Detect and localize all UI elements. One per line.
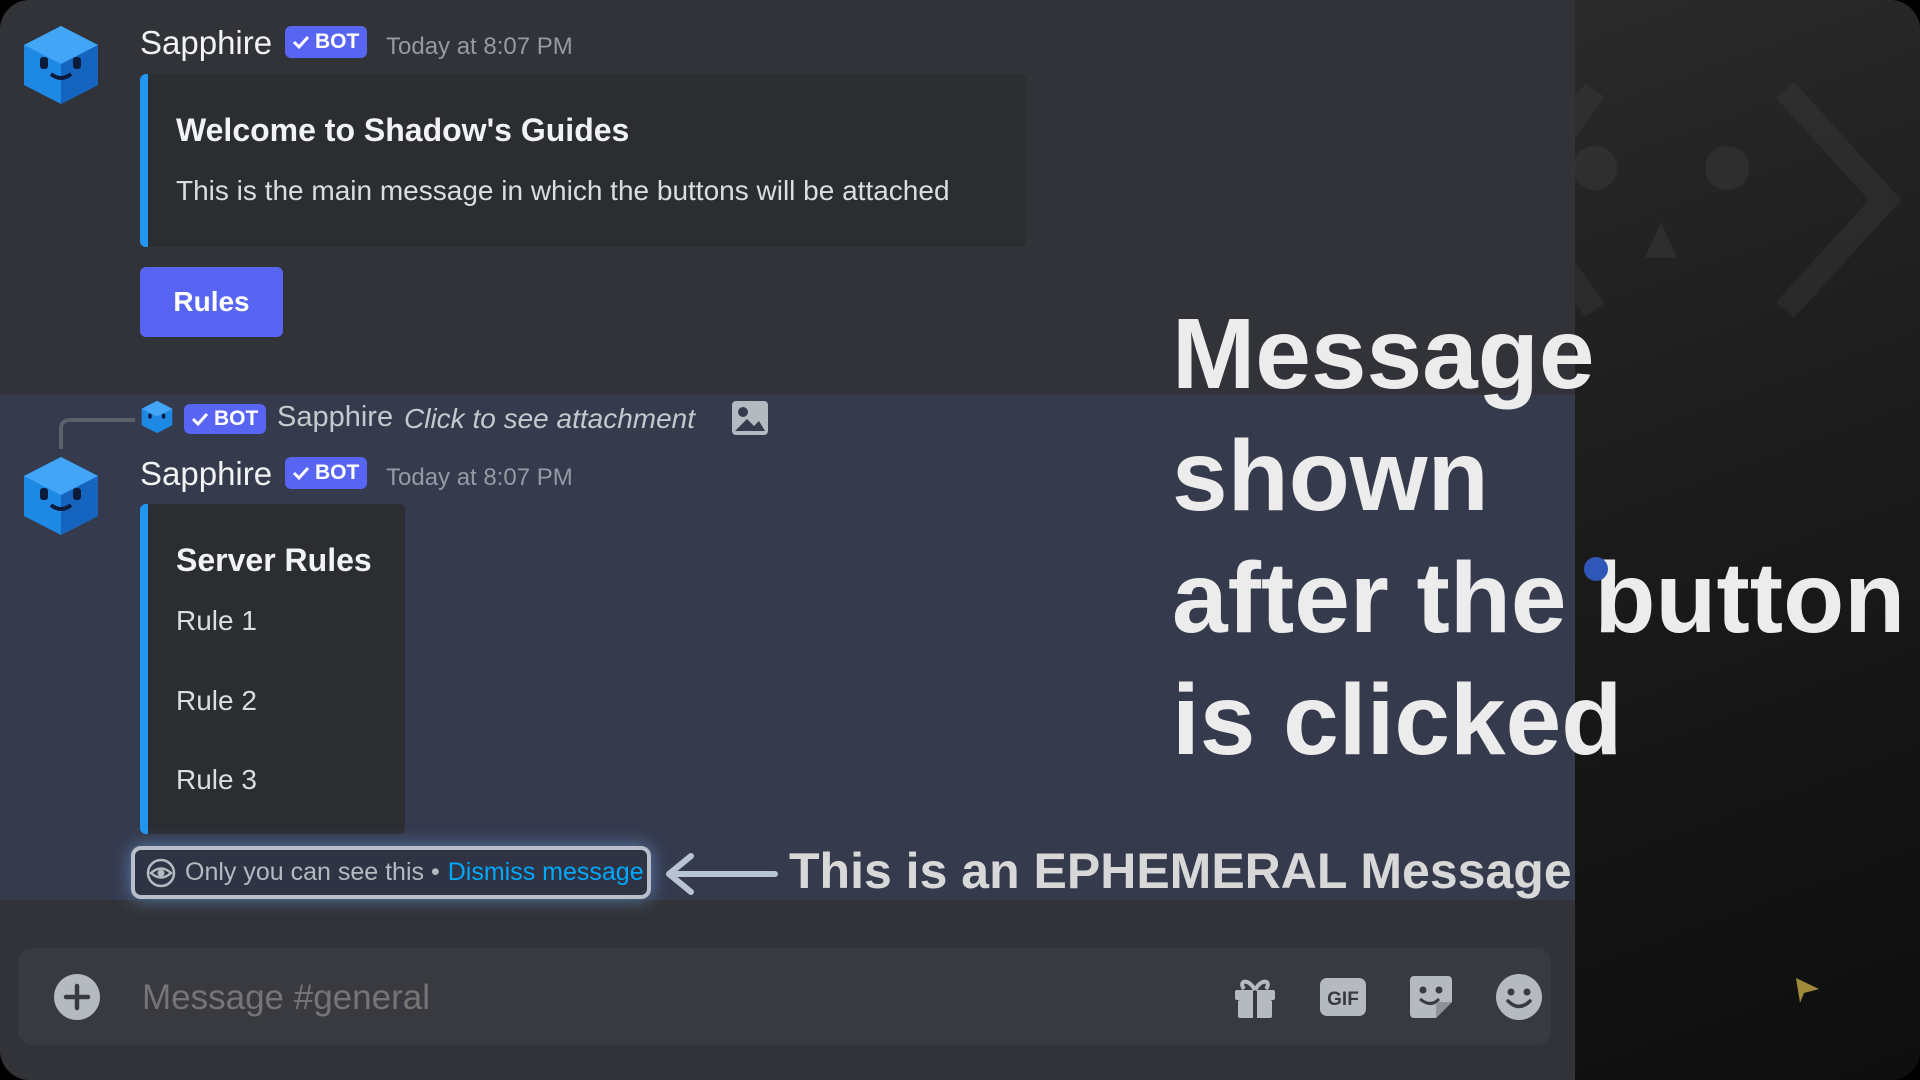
rule-line: Rule 2 — [176, 685, 257, 716]
rule-line: Rule 1 — [176, 605, 257, 636]
bot-badge-label: BOT — [315, 461, 360, 484]
embed-title: Server Rules — [176, 542, 372, 578]
rules-button[interactable]: Rules — [140, 267, 283, 337]
reply-bot-badge: BOT — [184, 404, 267, 434]
emoji-icon[interactable] — [1494, 972, 1544, 1022]
message-input[interactable] — [140, 948, 1194, 1047]
bot-badge-label: BOT — [315, 30, 360, 53]
rule-line: Rule 3 — [176, 764, 257, 795]
cursor-indicator-dot — [1584, 557, 1608, 581]
bot-badge: BOT — [285, 457, 368, 489]
message-author[interactable]: Sapphire — [140, 455, 272, 493]
embed-title: Welcome to Shadow's Guides — [176, 112, 630, 148]
gif-label: GIF — [1327, 989, 1359, 1010]
sapphire-avatar-icon[interactable] — [20, 24, 102, 106]
reply-preview-text[interactable]: Click to see attachment — [404, 403, 695, 435]
gif-icon[interactable]: GIF — [1318, 972, 1368, 1022]
verified-check-icon — [292, 35, 310, 50]
eye-icon — [146, 858, 176, 887]
screen-frame: Sapphire BOT Today at 8:07 PM Welcome to… — [0, 0, 1920, 1080]
reply-avatar-icon[interactable] — [140, 400, 174, 434]
overlay-annotation-caption: Message shown after the button is clicke… — [1172, 298, 1906, 776]
embed-description: This is the main message in which the bu… — [176, 175, 950, 206]
gift-icon[interactable] — [1230, 972, 1280, 1022]
add-attachment-icon[interactable] — [53, 973, 101, 1021]
verified-check-icon — [191, 412, 209, 427]
bot-badge: BOT — [285, 26, 368, 58]
message-timestamp: Today at 8:07 PM — [386, 33, 573, 60]
ephemeral-notice: Only you can see this • Dismiss message — [131, 846, 651, 899]
ephemeral-notice-text: Only you can see this • — [185, 858, 440, 886]
left-arrow-icon — [666, 853, 778, 895]
reply-author[interactable]: Sapphire — [277, 401, 393, 434]
ephemeral-annotation-caption: This is an EPHEMERAL Message — [789, 843, 1572, 899]
dismiss-message-link[interactable]: Dismiss message — [448, 858, 644, 887]
cursor-arrow-icon — [1796, 978, 1819, 1003]
message-composer: GIF — [18, 948, 1551, 1047]
image-attachment-icon[interactable] — [731, 400, 769, 436]
verified-check-icon — [292, 466, 310, 481]
sapphire-avatar-icon[interactable] — [20, 455, 102, 537]
welcome-embed: Welcome to Shadow's Guides This is the m… — [140, 74, 1026, 247]
message-author[interactable]: Sapphire — [140, 24, 272, 62]
bot-badge-label: BOT — [214, 407, 259, 430]
message-timestamp: Today at 8:07 PM — [386, 464, 573, 491]
reply-connector — [59, 418, 135, 449]
server-rules-embed: Server Rules Rule 1 Rule 2 Rule 3 — [140, 504, 405, 834]
sticker-icon[interactable] — [1406, 972, 1456, 1022]
